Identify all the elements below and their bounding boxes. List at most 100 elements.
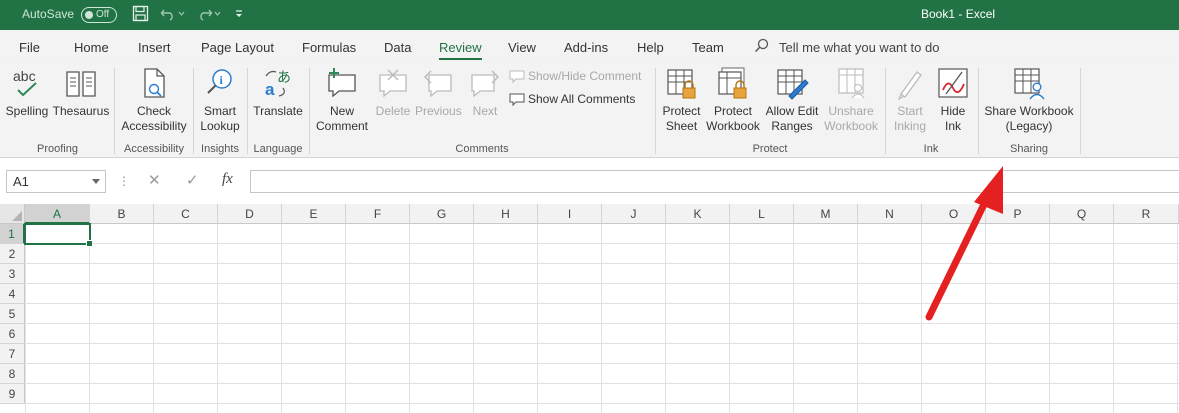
worksheet-grid[interactable]: ABCDEFGHIJKLMNOPQR 123456789	[0, 204, 1179, 413]
delete-comment-button[interactable]: Delete	[374, 66, 412, 119]
protect-workbook-line1: Protect	[713, 104, 752, 118]
protect-workbook-line2: Workbook	[706, 119, 760, 133]
delete-comment-icon	[379, 69, 407, 98]
column-header[interactable]: L	[730, 204, 794, 224]
redo-icon[interactable]	[196, 5, 222, 25]
column-header[interactable]: P	[986, 204, 1050, 224]
group-proofing-label: Proofing	[37, 143, 78, 155]
column-header[interactable]: D	[218, 204, 282, 224]
column-header[interactable]: N	[858, 204, 922, 224]
tab-insert[interactable]: Insert	[138, 40, 171, 55]
tab-data[interactable]: Data	[384, 40, 411, 55]
column-header[interactable]: R	[1114, 204, 1179, 224]
select-all-button[interactable]	[0, 204, 25, 224]
tab-home[interactable]: Home	[74, 40, 109, 55]
column-header[interactable]: H	[474, 204, 538, 224]
row-header[interactable]: 1	[0, 224, 25, 244]
name-box-value: A1	[13, 174, 29, 189]
accessibility-check-icon	[144, 68, 165, 98]
protect-sheet-button[interactable]: Protect Sheet	[659, 66, 704, 134]
previous-comment-button[interactable]: Previous	[415, 66, 462, 119]
new-comment-line2: Comment	[315, 119, 368, 133]
undo-icon[interactable]	[160, 5, 186, 25]
next-comment-button[interactable]: Next	[465, 66, 505, 119]
tab-help[interactable]: Help	[637, 40, 664, 55]
column-header[interactable]: I	[538, 204, 602, 224]
tab-add-ins[interactable]: Add-ins	[564, 40, 608, 55]
check-label-line2: Accessibility	[121, 119, 187, 133]
tab-page-layout[interactable]: Page Layout	[201, 40, 274, 55]
share-workbook-legacy-button[interactable]: Share Workbook (Legacy)	[982, 66, 1076, 134]
tell-me-search[interactable]: Tell me what you want to do	[779, 40, 939, 55]
column-header[interactable]: A	[25, 204, 90, 224]
column-header[interactable]: J	[602, 204, 666, 224]
column-header[interactable]: O	[922, 204, 986, 224]
column-header[interactable]: C	[154, 204, 218, 224]
cancel-icon[interactable]: ✕	[148, 171, 161, 189]
previous-comment-icon	[423, 70, 452, 98]
column-header[interactable]: G	[410, 204, 474, 224]
autosave-state: Off	[96, 9, 110, 20]
row-header[interactable]: 5	[0, 304, 25, 324]
row-header[interactable]: 4	[0, 284, 25, 304]
column-header[interactable]: Q	[1050, 204, 1114, 224]
unshare-workbook-button[interactable]: Unshare Workbook	[822, 66, 880, 134]
tab-file[interactable]: File	[19, 40, 40, 55]
group-divider	[193, 68, 194, 154]
share-line2: (Legacy)	[1005, 119, 1053, 133]
allow-edit-ranges-button[interactable]: Allow Edit Ranges	[763, 66, 821, 134]
thesaurus-button[interactable]: Thesaurus	[52, 66, 110, 119]
show-all-comments-button[interactable]: Show All Comments	[509, 92, 635, 107]
group-divider	[1080, 68, 1081, 154]
start-inking-line1: Start	[897, 104, 923, 118]
new-comment-line1: New	[329, 104, 354, 118]
tab-formulas[interactable]: Formulas	[302, 40, 356, 55]
group-accessibility-label: Accessibility	[124, 143, 184, 155]
show-hide-comment-button[interactable]: Show/Hide Comment	[509, 69, 641, 84]
row-header[interactable]: 8	[0, 364, 25, 384]
show-all-comments-label: Show All Comments	[528, 92, 636, 106]
customize-qat-icon[interactable]	[234, 5, 244, 25]
start-inking-button[interactable]: Start Inking	[890, 66, 930, 134]
tab-view[interactable]: View	[508, 40, 536, 55]
next-label: Next	[472, 104, 498, 118]
spelling-button[interactable]: abc Spelling	[5, 66, 49, 119]
insert-function-icon[interactable]: fx	[222, 171, 233, 188]
cell-area[interactable]	[25, 224, 1179, 413]
protect-workbook-button[interactable]: Protect Workbook	[704, 66, 762, 134]
enter-check-icon[interactable]: ✓	[186, 171, 199, 189]
active-cell[interactable]	[24, 223, 93, 247]
protect-sheet-icon	[666, 69, 695, 99]
protect-sheet-line2: Sheet	[665, 119, 698, 133]
column-header[interactable]: B	[90, 204, 154, 224]
row-header[interactable]: 7	[0, 344, 25, 364]
column-header[interactable]: M	[794, 204, 858, 224]
tab-team[interactable]: Team	[692, 40, 724, 55]
group-insights-label: Insights	[201, 143, 239, 155]
protect-sheet-line1: Protect	[662, 104, 701, 118]
row-header[interactable]: 9	[0, 384, 25, 404]
check-accessibility-button[interactable]: Check Accessibility	[119, 66, 189, 134]
autosave-toggle[interactable]: Off	[81, 7, 117, 23]
new-comment-button[interactable]: New Comment	[313, 66, 371, 134]
column-header[interactable]: K	[666, 204, 730, 224]
name-box[interactable]: A1	[6, 170, 106, 193]
hide-ink-button[interactable]: Hide Ink	[934, 66, 972, 134]
tab-review[interactable]: Review	[439, 40, 482, 60]
spelling-icon: abc	[13, 68, 37, 97]
formula-bar-grip-icon[interactable]: ⋮	[118, 174, 130, 188]
formula-input[interactable]	[250, 170, 1179, 193]
ribbon-tabs: File Home Insert Page Layout Formulas Da…	[0, 30, 1179, 62]
row-header[interactable]: 6	[0, 324, 25, 344]
unshare-workbook-icon	[838, 68, 865, 99]
column-header[interactable]: E	[282, 204, 346, 224]
row-header[interactable]: 2	[0, 244, 25, 264]
save-icon[interactable]	[132, 5, 149, 25]
chevron-down-icon[interactable]	[92, 179, 100, 184]
translate-button[interactable]: aあ Translate	[251, 66, 305, 119]
smart-lookup-button[interactable]: i Smart Lookup	[197, 66, 243, 134]
column-header[interactable]: F	[346, 204, 410, 224]
smart-lookup-icon: i	[207, 69, 232, 94]
row-header[interactable]: 3	[0, 264, 25, 284]
lightbulb-icon	[754, 38, 769, 53]
